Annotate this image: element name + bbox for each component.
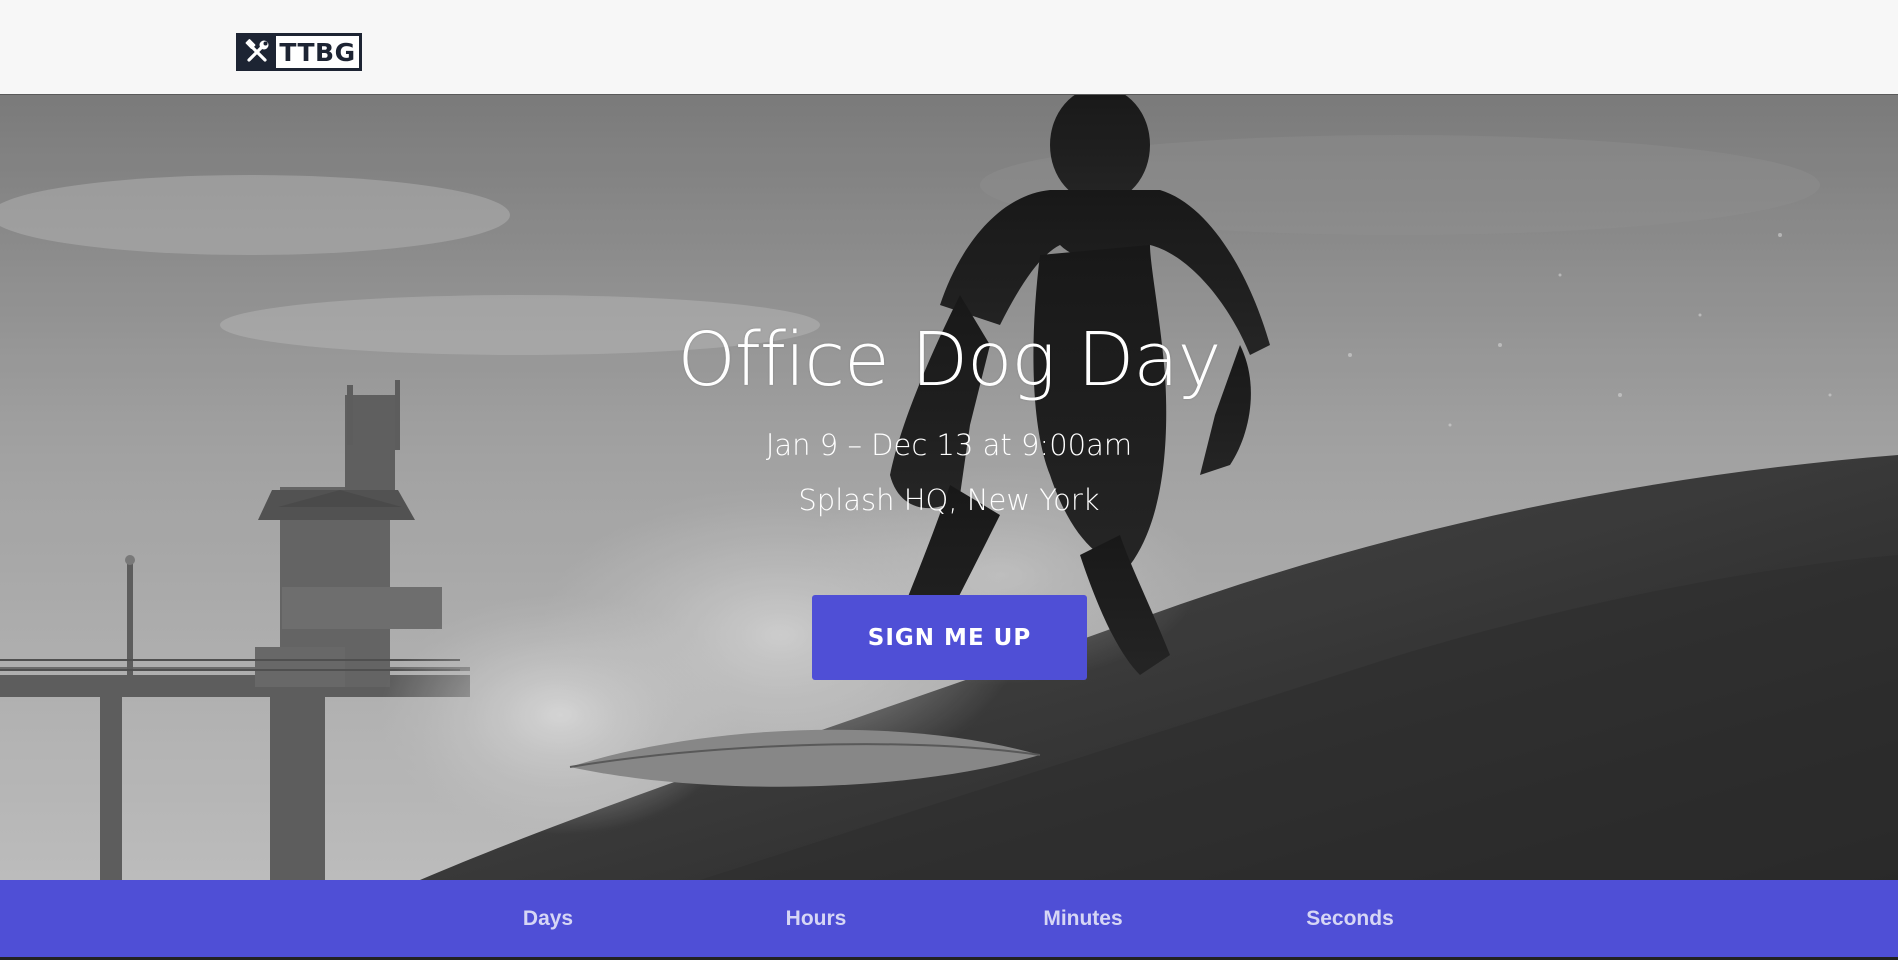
countdown-bar: Days Hours Minutes Seconds bbox=[0, 880, 1898, 957]
countdown-label-days: Days bbox=[522, 907, 574, 930]
logo-text: TTBG bbox=[276, 36, 359, 68]
logo[interactable]: TTBG bbox=[236, 33, 362, 71]
countdown-label-seconds: Seconds bbox=[1306, 907, 1394, 930]
countdown-label-minutes: Minutes bbox=[1043, 907, 1123, 930]
sign-me-up-button[interactable]: SIGN ME UP bbox=[812, 595, 1087, 680]
event-location: Splash HQ, New York bbox=[798, 483, 1100, 517]
event-title: Office Dog Day bbox=[677, 317, 1222, 403]
event-dates: Jan 9 – Dec 13 at 9:00am bbox=[765, 428, 1133, 462]
hero-section: Office Dog Day Jan 9 – Dec 13 at 9:00am … bbox=[0, 95, 1898, 880]
site-header: TTBG bbox=[0, 0, 1898, 95]
countdown-label-hours: Hours bbox=[785, 907, 847, 930]
hammer-wrench-icon bbox=[238, 35, 276, 69]
